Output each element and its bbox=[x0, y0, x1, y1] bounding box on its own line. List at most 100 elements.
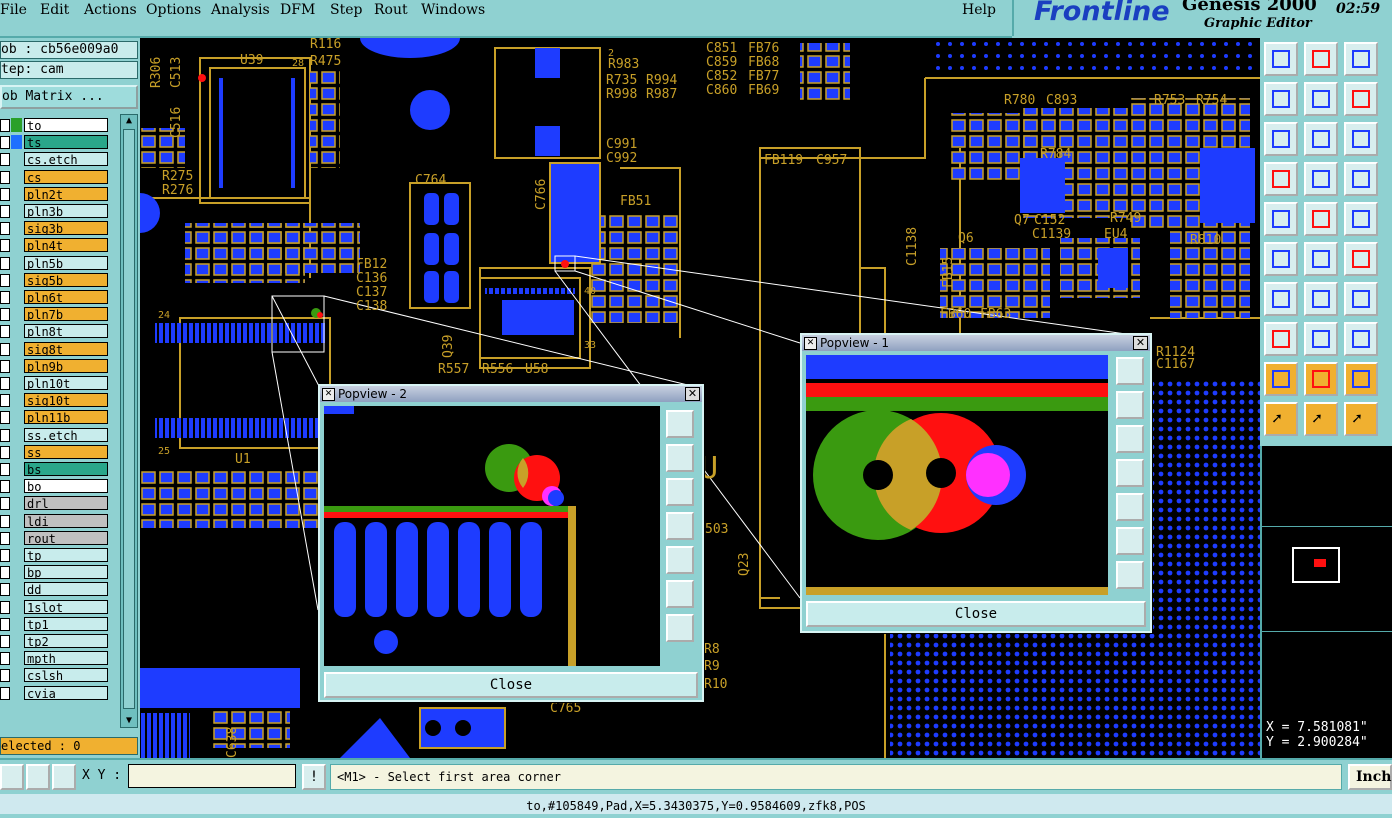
scroll-up-icon[interactable]: ▲ bbox=[123, 115, 135, 127]
layer-checkbox[interactable] bbox=[0, 600, 10, 614]
zoom-in-icon[interactable] bbox=[1116, 357, 1144, 385]
layer-name[interactable]: tp1 bbox=[24, 616, 108, 631]
ratio-icon[interactable] bbox=[1344, 122, 1378, 156]
layer-name[interactable]: sig3b bbox=[24, 221, 108, 236]
layer-checkbox[interactable] bbox=[0, 239, 10, 253]
layer-row[interactable]: pln2t bbox=[0, 186, 110, 201]
menu-windows[interactable]: Windows bbox=[421, 2, 485, 18]
layer-checkbox[interactable] bbox=[0, 669, 10, 683]
feature-select-icon[interactable] bbox=[1264, 202, 1298, 236]
popview-1-close-button[interactable]: Close bbox=[806, 601, 1146, 627]
grid-icon[interactable] bbox=[52, 764, 76, 790]
layer-checkbox[interactable] bbox=[0, 205, 10, 218]
popview-2-titlebar[interactable]: ✕ Popview - 2 ✕ bbox=[320, 386, 702, 402]
layer-row[interactable]: pln7b bbox=[0, 307, 110, 322]
zoom-home-icon[interactable] bbox=[666, 614, 694, 642]
job-matrix-button[interactable]: ob Matrix ... bbox=[0, 85, 138, 109]
layer-checkbox[interactable] bbox=[0, 119, 10, 132]
units-button[interactable]: Inch bbox=[1348, 764, 1392, 790]
layer-row[interactable]: drl bbox=[0, 496, 110, 511]
popview-2-window[interactable]: ✕ Popview - 2 ✕ Close bbox=[318, 384, 704, 702]
layer-row[interactable]: ts bbox=[0, 135, 110, 150]
menu-edit[interactable]: Edit bbox=[40, 2, 69, 18]
layer-row[interactable]: pln11b bbox=[0, 410, 110, 425]
pan-left-icon[interactable] bbox=[666, 512, 694, 540]
layer-row[interactable]: tp2 bbox=[0, 634, 110, 648]
layer-row[interactable]: pln8t bbox=[0, 324, 110, 339]
layer-name[interactable]: dd bbox=[24, 582, 108, 597]
layer-name[interactable]: 1slot bbox=[24, 599, 108, 614]
scroll-down-icon[interactable]: ▼ bbox=[123, 715, 135, 727]
pan-right-icon[interactable] bbox=[666, 546, 694, 574]
layer-checkbox[interactable] bbox=[0, 617, 10, 631]
layer-checkbox[interactable] bbox=[0, 566, 10, 580]
layer-row[interactable]: ldi bbox=[0, 513, 110, 528]
layer-checkbox[interactable] bbox=[0, 480, 10, 494]
layer-row[interactable]: tp1 bbox=[0, 616, 110, 631]
layer-checkbox[interactable] bbox=[0, 359, 10, 373]
snap-icon[interactable] bbox=[1264, 162, 1298, 196]
layer-row[interactable]: pln3b bbox=[0, 204, 110, 218]
layer-name[interactable]: ss.etch bbox=[24, 427, 108, 442]
layer-name[interactable]: sig5b bbox=[24, 272, 108, 287]
popview-1-window[interactable]: ✕ Popview - 1 ✕ Close bbox=[800, 333, 1152, 633]
window-menu-icon[interactable]: ✕ bbox=[322, 388, 335, 401]
zoom-area-icon[interactable] bbox=[1304, 122, 1338, 156]
layer-row[interactable]: to bbox=[0, 118, 110, 132]
undo-icon[interactable] bbox=[1264, 82, 1298, 116]
layer-name[interactable]: drl bbox=[24, 496, 108, 511]
menu-rout[interactable]: Rout bbox=[374, 2, 408, 18]
zoom-out-icon[interactable] bbox=[666, 580, 694, 608]
ruler-icon[interactable] bbox=[1344, 202, 1378, 236]
layer-checkbox[interactable] bbox=[0, 153, 10, 167]
line-icon[interactable] bbox=[1264, 282, 1298, 316]
menu-actions[interactable]: Actions bbox=[84, 2, 137, 18]
measure-icon[interactable] bbox=[1304, 202, 1338, 236]
layer-name[interactable]: cs.etch bbox=[24, 152, 108, 167]
layer-row[interactable]: pln5b bbox=[0, 255, 110, 270]
layer-row[interactable]: mpth bbox=[0, 651, 110, 666]
layer-row[interactable]: pln6t bbox=[0, 290, 110, 304]
layer-checkbox[interactable] bbox=[0, 514, 10, 528]
menu-step[interactable]: Step bbox=[330, 2, 362, 18]
layer-checkbox[interactable] bbox=[0, 686, 10, 700]
layer-name[interactable]: pln3b bbox=[24, 204, 108, 218]
slash-icon[interactable] bbox=[1304, 282, 1338, 316]
popview-2-close-button[interactable]: Close bbox=[324, 672, 698, 698]
layer-name[interactable]: pln5b bbox=[24, 255, 108, 270]
layer-name[interactable]: ts bbox=[24, 135, 108, 150]
align-icon[interactable] bbox=[1344, 322, 1378, 356]
open-step-icon[interactable] bbox=[1264, 42, 1298, 76]
layer-row[interactable]: ss.etch bbox=[0, 427, 110, 442]
menu-help[interactable]: Help bbox=[962, 2, 996, 18]
layer-name[interactable]: pln7b bbox=[24, 307, 108, 322]
layer-checkbox[interactable] bbox=[0, 291, 10, 304]
pan-up-icon[interactable] bbox=[666, 444, 694, 472]
layer-row[interactable]: sig8t bbox=[0, 341, 110, 356]
layer-checkbox[interactable] bbox=[0, 170, 10, 184]
layer-name[interactable]: pln2t bbox=[24, 186, 108, 201]
zoom-home-icon[interactable] bbox=[1116, 561, 1144, 589]
layer-checkbox[interactable] bbox=[0, 497, 10, 511]
layer-row[interactable]: cvia bbox=[0, 685, 110, 700]
menu-file[interactable]: File bbox=[0, 2, 27, 18]
layer-row[interactable]: bo bbox=[0, 479, 110, 494]
popview-1-canvas[interactable] bbox=[806, 355, 1108, 595]
pan-down-icon[interactable] bbox=[666, 478, 694, 506]
arrow-triangle-icon[interactable] bbox=[1304, 362, 1338, 396]
layer-row[interactable]: ss bbox=[0, 444, 110, 459]
layer-checkbox[interactable] bbox=[0, 136, 10, 150]
layer-row[interactable]: dd bbox=[0, 582, 110, 597]
layer-checkbox[interactable] bbox=[0, 652, 10, 666]
pan-left-icon[interactable] bbox=[1116, 459, 1144, 487]
layer-checkbox[interactable] bbox=[0, 308, 10, 322]
pointer-2-icon[interactable]: ➚ bbox=[1304, 402, 1338, 436]
menu-dfm[interactable]: DFM bbox=[280, 2, 315, 18]
layer-name[interactable]: pln9b bbox=[24, 358, 108, 373]
layer-row[interactable]: rout bbox=[0, 530, 110, 545]
layer-row[interactable]: cs.etch bbox=[0, 152, 110, 167]
cross-icon[interactable] bbox=[1304, 242, 1338, 276]
rotate-icon[interactable] bbox=[1344, 282, 1378, 316]
layer-name[interactable]: cvia bbox=[24, 685, 108, 700]
layer-row[interactable]: pln9b bbox=[0, 358, 110, 373]
